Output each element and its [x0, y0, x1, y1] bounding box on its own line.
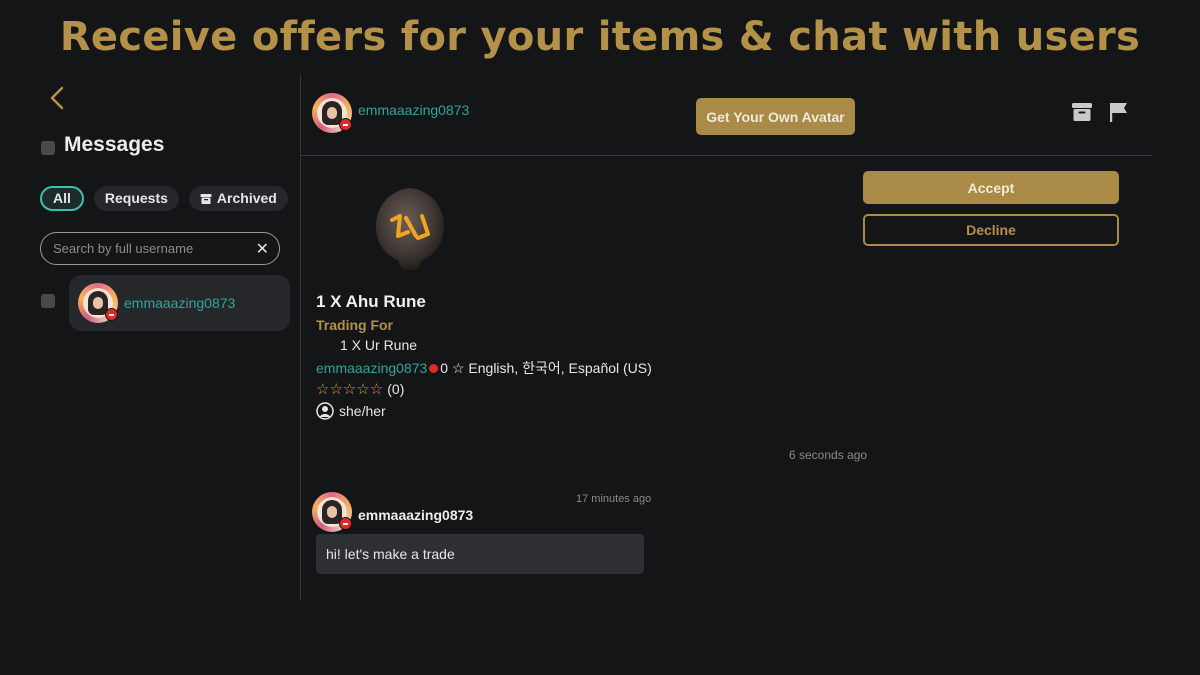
filter-tabs: All Requests Archived [40, 186, 288, 211]
select-all-checkbox[interactable] [41, 141, 55, 155]
messages-title: Messages [64, 133, 165, 156]
page-headline: Receive offers for your items & chat wit… [59, 14, 1141, 60]
star-rating-icon: ☆☆☆☆☆ [316, 381, 384, 398]
flag-icon[interactable] [1108, 101, 1130, 123]
message-username: emmaaazing0873 [358, 507, 474, 523]
seller-meta: 0 ☆ English, 한국어, Español (US) [440, 360, 652, 376]
pronouns-text: she/her [339, 403, 386, 419]
offer-timestamp: 6 seconds ago [789, 448, 868, 462]
avatar [78, 283, 118, 323]
get-avatar-button[interactable]: Get Your Own Avatar [696, 98, 855, 135]
trading-for-label: Trading For [316, 317, 393, 333]
conversation-checkbox[interactable] [41, 294, 55, 308]
close-icon[interactable]: ✕ [256, 239, 269, 259]
tab-all[interactable]: All [40, 186, 84, 211]
search-box: ✕ [40, 232, 280, 265]
tab-all-label: All [53, 190, 71, 206]
avatar [312, 492, 352, 532]
archive-icon [200, 193, 212, 204]
message-timestamp: 17 minutes ago [576, 493, 652, 505]
decline-button[interactable]: Decline [863, 214, 1119, 246]
avatar [312, 93, 352, 133]
message-bubble: hi! let's make a trade [316, 534, 644, 574]
tab-archived-label: Archived [216, 190, 277, 206]
tab-requests[interactable]: Requests [93, 186, 179, 211]
tab-archived[interactable]: Archived [188, 186, 288, 211]
header-username: emmaaazing0873 [358, 102, 470, 118]
sidebar-divider [300, 75, 301, 600]
tab-requests-label: Requests [104, 190, 168, 206]
conversation-item[interactable]: emmaaazing0873 [69, 275, 290, 331]
search-input[interactable] [51, 240, 256, 257]
archive-icon[interactable] [1071, 101, 1093, 123]
accept-button[interactable]: Accept [863, 171, 1119, 204]
user-circle-icon [316, 402, 334, 420]
conversation-username: emmaaazing0873 [124, 295, 236, 311]
trading-for-item: 1 X Ur Rune [340, 337, 418, 353]
offline-badge-icon [429, 363, 439, 373]
message-author[interactable]: emmaaazing0873 [312, 492, 473, 532]
seller-info: emmaaazing0873 0 ☆ English, 한국어, Español… [316, 358, 652, 378]
ahu-rune-image [376, 188, 444, 270]
message-text: hi! let's make a trade [326, 546, 455, 562]
header-divider [300, 155, 1152, 156]
rating-count: (0) [387, 381, 405, 397]
seller-rating: ☆☆☆☆☆ (0) [316, 380, 404, 398]
chat-header-user[interactable]: emmaaazing0873 [312, 93, 469, 133]
seller-pronouns: she/her [316, 402, 386, 420]
chevron-left-icon[interactable] [46, 85, 70, 111]
seller-username[interactable]: emmaaazing0873 [316, 360, 427, 376]
offer-item-title: 1 X Ahu Rune [316, 292, 426, 311]
